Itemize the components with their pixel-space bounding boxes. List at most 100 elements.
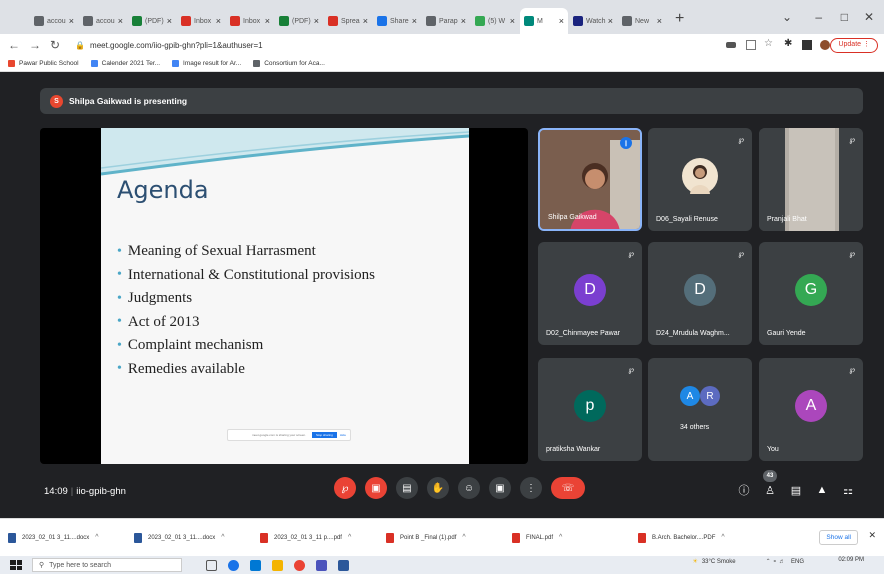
- reload-icon[interactable]: ↻: [50, 38, 60, 52]
- tab-close-icon[interactable]: ×: [412, 16, 417, 26]
- reactions-button[interactable]: ☺: [458, 477, 480, 499]
- tab-close-icon[interactable]: ×: [118, 16, 123, 26]
- word-icon[interactable]: [338, 559, 349, 571]
- store-icon[interactable]: [250, 559, 261, 571]
- minimize-icon[interactable]: –: [815, 10, 822, 24]
- tab-close-icon[interactable]: ×: [216, 16, 221, 26]
- participant-tile[interactable]: ℘ D06_Sayali Renuse: [648, 128, 752, 231]
- activities-icon[interactable]: ▲: [811, 484, 833, 496]
- download-item[interactable]: Point B _Final (1).pdf ^: [386, 532, 508, 543]
- sidebar-icon[interactable]: [802, 40, 812, 50]
- tab-close-icon[interactable]: ×: [608, 16, 613, 26]
- taskbar-clock[interactable]: 02:09 PM: [838, 557, 864, 563]
- browser-tab[interactable]: Share ×: [373, 8, 421, 34]
- browser-tab[interactable]: (PDF) ×: [275, 8, 323, 34]
- tab-close-icon[interactable]: ×: [69, 16, 74, 26]
- participant-tile[interactable]: ∥ Shilpa Gaikwad: [538, 128, 642, 231]
- others-tile[interactable]: A R 34 others: [648, 358, 752, 461]
- tab-close-icon[interactable]: ×: [363, 16, 368, 26]
- participant-tile[interactable]: ℘ Pranjali Bhat: [759, 128, 863, 231]
- bookmark-star-icon[interactable]: ☆: [764, 38, 774, 49]
- bookmark-item[interactable]: Pawar Public School: [8, 60, 79, 67]
- tab-close-icon[interactable]: ×: [559, 16, 564, 26]
- more-options-button[interactable]: ⋮: [520, 477, 542, 499]
- hide-button[interactable]: Hide: [340, 433, 346, 437]
- browser-tab[interactable]: (5) W ×: [471, 8, 519, 34]
- maximize-icon[interactable]: □: [841, 10, 848, 24]
- tray-icons[interactable]: ⌃ ⚬ ♬: [766, 558, 785, 565]
- download-item[interactable]: 2023_02_01 3_11....docx ^: [134, 532, 256, 543]
- chevron-up-icon[interactable]: ^: [95, 534, 98, 541]
- browser-tab[interactable]: accou ×: [30, 8, 78, 34]
- screen-share-notice: meet.google.com is sharing your screen. …: [227, 429, 351, 441]
- stop-sharing-button[interactable]: Stop sharing: [311, 432, 337, 438]
- camera-off-button[interactable]: ▣: [365, 477, 387, 499]
- tab-close-icon[interactable]: ×: [265, 16, 270, 26]
- tab-close-icon[interactable]: ×: [657, 16, 662, 26]
- self-tile[interactable]: ℘ A You: [759, 358, 863, 461]
- camera-indicator-icon[interactable]: [726, 42, 736, 48]
- extensions-icon[interactable]: ✱: [784, 38, 794, 49]
- bookmark-item[interactable]: Consortium for Aca...: [253, 60, 325, 67]
- tab-close-icon[interactable]: ×: [461, 16, 466, 26]
- captions-button[interactable]: ▤: [396, 477, 418, 499]
- weather-text[interactable]: 33°C Smoke: [702, 559, 736, 565]
- chevron-up-icon[interactable]: ^: [462, 534, 465, 541]
- close-downloads-icon[interactable]: ✕: [868, 530, 876, 541]
- mic-off-button[interactable]: ℘: [334, 477, 356, 499]
- browser-tab[interactable]: accou ×: [79, 8, 127, 34]
- people-icon[interactable]: ♙ 43: [759, 469, 781, 497]
- participant-tile[interactable]: ℘ D D24_Mrudula Waghm...: [648, 242, 752, 345]
- chevron-up-icon[interactable]: ^: [721, 534, 724, 541]
- taskbar-search-input[interactable]: ⚲ Type here to search: [32, 558, 182, 572]
- browser-tab[interactable]: Watch ×: [569, 8, 617, 34]
- close-window-icon[interactable]: ✕: [864, 10, 874, 24]
- profile-avatar[interactable]: [820, 40, 830, 50]
- download-item[interactable]: 2023_02_01 3_11 p....pdf ^: [260, 532, 382, 543]
- tab-close-icon[interactable]: ×: [510, 16, 515, 26]
- raise-hand-button[interactable]: ✋: [427, 477, 449, 499]
- download-item[interactable]: 2023_02_01 3_11....docx ^: [8, 532, 130, 543]
- participant-tile[interactable]: ℘ p pratiksha Wankar: [538, 358, 642, 461]
- tab-close-icon[interactable]: ×: [314, 16, 319, 26]
- show-all-button[interactable]: Show all: [819, 530, 858, 545]
- chrome-icon[interactable]: [294, 559, 305, 571]
- forward-icon[interactable]: →: [29, 38, 41, 52]
- chat-icon[interactable]: ▤: [785, 484, 807, 497]
- chevron-up-icon[interactable]: ^: [221, 534, 224, 541]
- tab-search-icon[interactable]: ⌄: [782, 10, 792, 24]
- host-controls-icon[interactable]: ⚏: [837, 484, 859, 497]
- chevron-up-icon[interactable]: ^: [559, 534, 562, 541]
- browser-tab[interactable]: New ×: [618, 8, 666, 34]
- present-button[interactable]: ▣: [489, 477, 511, 499]
- new-tab-button[interactable]: +: [675, 10, 684, 28]
- url-input[interactable]: 🔒 meet.google.com/iio-gpib-ghn?pli=1&aut…: [69, 36, 269, 54]
- agenda-item: Act of 2013: [117, 311, 375, 335]
- participant-tile[interactable]: ℘ G Gauri Yende: [759, 242, 863, 345]
- teams-icon[interactable]: [316, 559, 327, 571]
- browser-tab[interactable]: Inbox ×: [226, 8, 274, 34]
- browser-tab[interactable]: Parap ×: [422, 8, 470, 34]
- chevron-up-icon[interactable]: ^: [348, 534, 351, 541]
- edge-icon[interactable]: [228, 559, 239, 571]
- participant-tile[interactable]: ℘ D D02_Chinmayee Pawar: [538, 242, 642, 345]
- download-item[interactable]: FINAL.pdf ^: [512, 532, 634, 543]
- bookmark-item[interactable]: Calender 2021 Ter...: [90, 60, 160, 67]
- share-page-icon[interactable]: [746, 40, 756, 50]
- language-indicator[interactable]: ENG: [791, 559, 804, 565]
- bookmark-item[interactable]: Image result for Ar...: [172, 60, 241, 67]
- browser-tab[interactable]: Sprea ×: [324, 8, 372, 34]
- back-icon[interactable]: ←: [8, 38, 20, 52]
- browser-tab[interactable]: (PDF) ×: [128, 8, 176, 34]
- task-view-icon[interactable]: [206, 559, 217, 571]
- browser-tab[interactable]: Inbox ×: [177, 8, 225, 34]
- tab-close-icon[interactable]: ×: [167, 16, 172, 26]
- file-explorer-icon[interactable]: [272, 559, 283, 571]
- end-call-button[interactable]: ☏: [551, 477, 585, 499]
- update-button[interactable]: Update ⋮: [830, 38, 878, 53]
- meeting-details-icon[interactable]: ⓘ: [733, 482, 755, 498]
- presentation-stage[interactable]: Agenda Meaning of Sexual HarrasmentInter…: [40, 128, 528, 464]
- browser-tab[interactable]: M ×: [520, 8, 568, 34]
- windows-start-icon[interactable]: [10, 560, 22, 570]
- download-item[interactable]: B.Arch. Bachelor....PDF ^: [638, 532, 760, 543]
